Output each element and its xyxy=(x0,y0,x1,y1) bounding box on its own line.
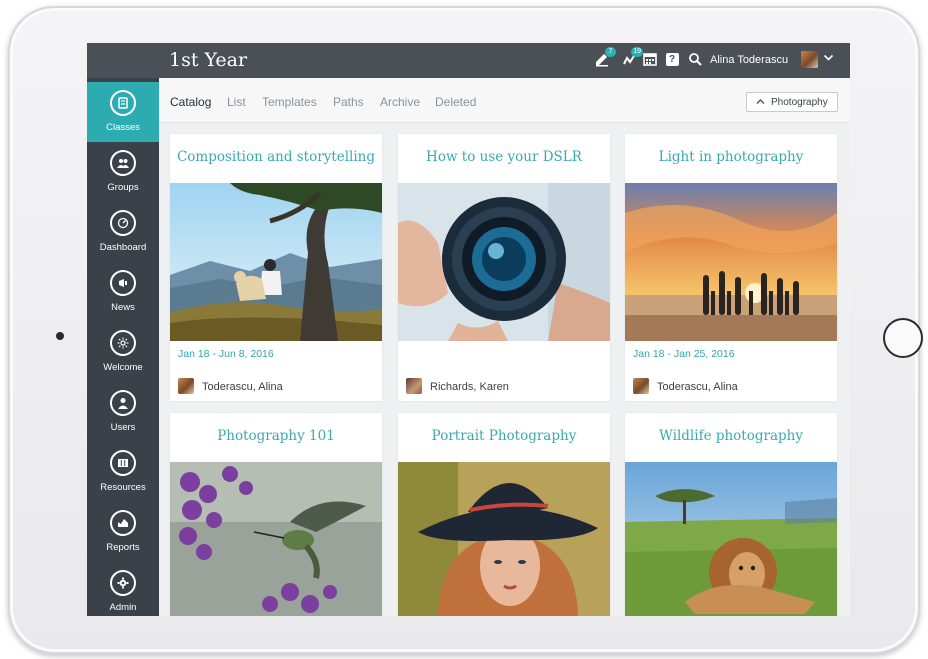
sidebar-item-label: Admin xyxy=(109,602,137,613)
card-title[interactable]: Composition and storytelling xyxy=(170,149,382,165)
class-card[interactable]: Light in photography Jan 18 - Jan 25, 20… xyxy=(625,134,837,401)
sidebar-item-groups[interactable]: Groups xyxy=(87,142,159,202)
tab-archive[interactable]: Archive xyxy=(380,95,420,109)
groups-icon xyxy=(110,150,136,176)
sidebar-item-label: Reports xyxy=(106,542,140,553)
class-card[interactable]: Wildlife photography xyxy=(625,413,837,616)
card-title[interactable]: Portrait Photography xyxy=(398,428,610,444)
admin-icon xyxy=(110,570,136,596)
tab-paths[interactable]: Paths xyxy=(333,95,364,109)
class-card[interactable]: Photography 101 xyxy=(170,413,382,616)
card-image-sunset-surfboards[interactable] xyxy=(625,183,837,341)
edit-badge: 7 xyxy=(605,47,616,57)
card-title[interactable]: Photography 101 xyxy=(170,428,382,444)
card-image-tree-landscape[interactable] xyxy=(170,183,382,341)
card-image-camera-lens[interactable] xyxy=(398,183,610,341)
classes-icon xyxy=(110,90,136,116)
sidebar-item-label: Classes xyxy=(106,122,140,133)
tab-bar: Catalog List Templates Paths Archive Del… xyxy=(159,78,850,123)
chevron-up-icon xyxy=(756,93,765,111)
card-title[interactable]: Wildlife photography xyxy=(625,428,837,444)
sidebar-item-dashboard[interactable]: Dashboard xyxy=(87,202,159,262)
class-card[interactable]: Portrait Photography xyxy=(398,413,610,616)
card-title[interactable]: Light in photography xyxy=(625,149,837,165)
class-card[interactable]: Composition and storytelling Jan 18 - Ju… xyxy=(170,134,382,401)
tab-deleted[interactable]: Deleted xyxy=(435,95,476,109)
filter-label: Photography xyxy=(771,97,828,108)
card-image-lion[interactable] xyxy=(625,462,837,616)
calendar-icon[interactable] xyxy=(642,52,658,68)
owner-avatar xyxy=(406,378,422,394)
app-screen: 1st Year 7 19 ? Alina Toderascu Classes xyxy=(87,43,850,616)
news-icon xyxy=(110,270,136,296)
sidebar-item-label: Dashboard xyxy=(99,242,147,253)
user-name[interactable]: Alina Toderascu xyxy=(710,54,788,66)
card-owner: Toderascu, Alina xyxy=(657,381,738,393)
users-icon xyxy=(110,390,136,416)
sidebar-item-resources[interactable]: Resources xyxy=(87,442,159,502)
card-owner: Richards, Karen xyxy=(430,381,509,393)
owner-avatar xyxy=(178,378,194,394)
sidebar-item-users[interactable]: Users xyxy=(87,382,159,442)
sidebar-item-reports[interactable]: Reports xyxy=(87,502,159,562)
user-avatar[interactable] xyxy=(801,51,818,68)
sidebar-item-welcome[interactable]: Welcome xyxy=(87,322,159,382)
sidebar: Classes Groups Dashboard News Welcome Us… xyxy=(87,78,159,616)
search-icon[interactable] xyxy=(687,52,703,68)
class-card[interactable]: How to use your DSLR Richards, Karen xyxy=(398,134,610,401)
reports-icon xyxy=(110,510,136,536)
page-title: 1st Year xyxy=(169,49,248,71)
card-image-hummingbird[interactable] xyxy=(170,462,382,616)
sidebar-item-classes[interactable]: Classes xyxy=(87,82,159,142)
card-title[interactable]: How to use your DSLR xyxy=(398,149,610,165)
front-camera xyxy=(56,332,64,340)
sidebar-item-label: Welcome xyxy=(103,362,143,373)
help-icon[interactable]: ? xyxy=(664,52,680,68)
welcome-icon xyxy=(110,330,136,356)
card-image-portrait-hat[interactable] xyxy=(398,462,610,616)
top-bar: 1st Year 7 19 ? Alina Toderascu xyxy=(87,43,850,78)
sidebar-item-news[interactable]: News xyxy=(87,262,159,322)
chevron-down-icon[interactable] xyxy=(823,52,834,66)
card-date: Jan 18 - Jan 25, 2016 xyxy=(633,348,735,360)
tab-templates[interactable]: Templates xyxy=(262,95,317,109)
notifications-icon[interactable]: 19 xyxy=(621,47,643,68)
sidebar-item-label: News xyxy=(111,302,135,313)
sidebar-item-admin[interactable]: Admin xyxy=(87,562,159,616)
card-owner: Toderascu, Alina xyxy=(202,381,283,393)
tab-list[interactable]: List xyxy=(227,95,246,109)
tab-catalog[interactable]: Catalog xyxy=(170,95,211,109)
category-filter-button[interactable]: Photography xyxy=(746,92,838,112)
card-date: Jan 18 - Jun 8, 2016 xyxy=(178,348,274,360)
dashboard-icon xyxy=(110,210,136,236)
owner-avatar xyxy=(633,378,649,394)
edit-icon[interactable]: 7 xyxy=(594,47,616,68)
sidebar-item-label: Users xyxy=(110,422,136,433)
sidebar-item-label: Groups xyxy=(107,182,139,193)
resources-icon xyxy=(110,450,136,476)
home-button[interactable] xyxy=(883,318,923,358)
sidebar-item-label: Resources xyxy=(100,482,146,493)
